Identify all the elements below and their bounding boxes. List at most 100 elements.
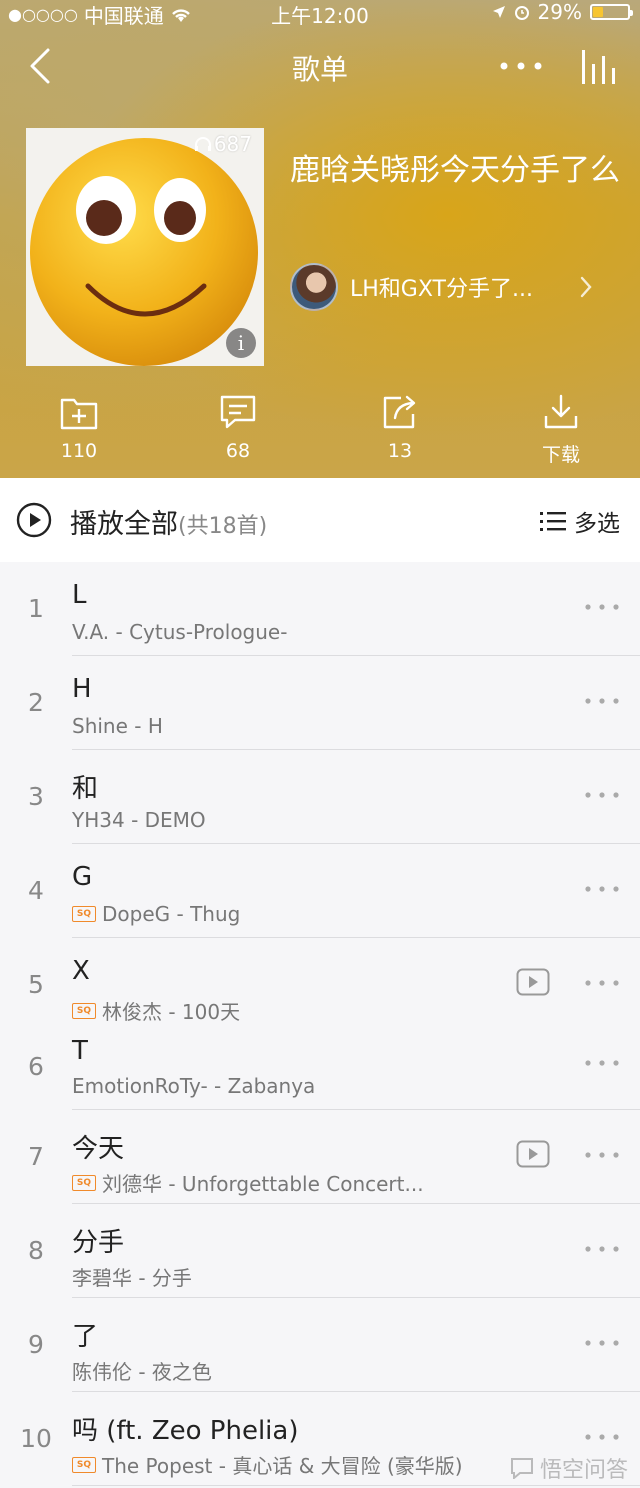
song-row[interactable]: 9 了陈伟伦 - 夜之色 bbox=[0, 1298, 640, 1392]
song-more-button[interactable] bbox=[582, 976, 622, 990]
song-index: 7 bbox=[28, 1142, 44, 1171]
add-folder-icon bbox=[60, 398, 98, 430]
song-meta: Shine - H bbox=[72, 714, 163, 738]
multi-select-label: 多选 bbox=[574, 511, 620, 537]
comment-button[interactable]: 68 bbox=[188, 394, 288, 474]
song-title: X bbox=[72, 956, 90, 986]
play-all-button[interactable] bbox=[16, 502, 52, 538]
download-button[interactable]: 下载 bbox=[511, 394, 611, 474]
song-row[interactable]: 1 L V.A. - Cytus-Prologue- bbox=[0, 562, 640, 656]
song-more-button[interactable] bbox=[582, 788, 622, 802]
creator-name[interactable]: LH和GXT分手了... bbox=[350, 271, 533, 303]
song-index: 6 bbox=[28, 1052, 44, 1081]
share-button[interactable]: 13 bbox=[350, 394, 450, 474]
song-row[interactable]: 4 G SQ DopeG - Thug bbox=[0, 844, 640, 938]
smiley-face-cover-image bbox=[30, 138, 258, 366]
more-options-button[interactable] bbox=[494, 46, 548, 86]
song-index: 8 bbox=[28, 1236, 44, 1265]
song-artist-album: YH34 - DEMO bbox=[72, 808, 206, 832]
location-arrow-icon bbox=[492, 6, 505, 18]
song-title: 分手 bbox=[72, 1228, 125, 1258]
status-bar: ●○○○○ 中国联通 上午12:00 29% bbox=[0, 0, 640, 28]
song-artist-album: DopeG - Thug bbox=[102, 902, 241, 926]
song-title: T bbox=[72, 1036, 88, 1066]
wukong-logo-icon bbox=[510, 1458, 533, 1479]
playlist-title: 鹿晗关晓彤今天分手了么 bbox=[290, 153, 620, 188]
headphones-icon bbox=[194, 137, 211, 151]
song-row[interactable]: 6 T EmotionRoTy- - Zabanya bbox=[0, 1032, 640, 1110]
song-artist-album: 陈伟伦 - 夜之色 bbox=[72, 1360, 212, 1384]
song-artist-album: 刘德华 - Unforgettable Concert... bbox=[102, 1172, 424, 1196]
song-artist-album: Shine - H bbox=[72, 714, 163, 738]
sq-badge-icon: SQ bbox=[72, 1002, 96, 1019]
list-icon bbox=[540, 512, 566, 531]
song-title: G bbox=[72, 862, 93, 892]
download-label: 下载 bbox=[541, 444, 580, 466]
row-divider bbox=[72, 1485, 640, 1486]
battery-percent: 29% bbox=[537, 0, 582, 24]
play-count: 687 bbox=[194, 132, 252, 156]
song-index: 3 bbox=[28, 782, 44, 811]
mv-play-button[interactable] bbox=[516, 968, 550, 996]
song-more-button[interactable] bbox=[582, 1148, 622, 1162]
comment-count: 68 bbox=[225, 440, 251, 462]
song-index: 10 bbox=[20, 1424, 52, 1453]
song-more-button[interactable] bbox=[582, 1336, 622, 1350]
collect-count: 110 bbox=[60, 440, 98, 462]
song-meta: SQ 刘德华 - Unforgettable Concert... bbox=[72, 1168, 424, 1197]
song-meta: 李碧华 - 分手 bbox=[72, 1262, 192, 1291]
battery-icon bbox=[590, 4, 633, 20]
song-row[interactable]: 2 H Shine - H bbox=[0, 656, 640, 750]
play-all-text: 播放全部 bbox=[70, 509, 178, 540]
creator-avatar[interactable] bbox=[290, 263, 338, 311]
now-playing-icon[interactable] bbox=[576, 44, 620, 88]
song-more-button[interactable] bbox=[582, 694, 622, 708]
song-meta: YH34 - DEMO bbox=[72, 808, 206, 832]
share-count: 13 bbox=[387, 440, 413, 462]
song-count: (共18首) bbox=[178, 514, 268, 539]
watermark-text: 悟空问答 bbox=[539, 1458, 628, 1483]
song-row[interactable]: 5 X SQ 林俊杰 - 100天 bbox=[0, 938, 640, 1032]
song-row[interactable]: 8 分手李碧华 - 分手 bbox=[0, 1204, 640, 1298]
song-more-button[interactable] bbox=[582, 882, 622, 896]
status-right: 29% bbox=[492, 0, 633, 24]
chevron-right-icon bbox=[580, 276, 592, 298]
song-title: L bbox=[72, 580, 87, 610]
song-more-button[interactable] bbox=[582, 1430, 622, 1444]
song-more-button[interactable] bbox=[582, 1242, 622, 1256]
song-meta: 陈伟伦 - 夜之色 bbox=[72, 1356, 212, 1385]
creator-row[interactable]: LH和GXT分手了... bbox=[290, 262, 610, 312]
song-index: 2 bbox=[28, 688, 44, 717]
action-bar: 110 68 13 下载 bbox=[0, 394, 640, 474]
song-row[interactable]: 3 和 YH34 - DEMO bbox=[0, 750, 640, 844]
comment-icon bbox=[220, 395, 256, 429]
song-meta: SQ 林俊杰 - 100天 bbox=[72, 996, 240, 1025]
mv-play-button[interactable] bbox=[516, 1140, 550, 1168]
play-count-value: 687 bbox=[213, 132, 252, 156]
download-icon bbox=[544, 394, 578, 429]
song-list: 1 L V.A. - Cytus-Prologue- 2 H Shine - H 3 和 YH3… bbox=[0, 562, 640, 1486]
song-more-button[interactable] bbox=[582, 600, 622, 614]
song-row[interactable]: 7 今天 SQ 刘德华 - Unforgettable Concert... bbox=[0, 1110, 640, 1204]
song-artist-album: EmotionRoTy- - Zabanya bbox=[72, 1074, 316, 1098]
playlist-header: ●○○○○ 中国联通 上午12:00 29% 歌单 687 i 鹿晗关晓彤今天分… bbox=[0, 0, 640, 478]
sq-badge-icon: SQ bbox=[72, 1456, 96, 1473]
playlist-cover[interactable]: 687 i bbox=[26, 128, 264, 366]
play-all-bar: 播放全部(共18首) 多选 bbox=[0, 478, 640, 562]
song-index: 9 bbox=[28, 1330, 44, 1359]
song-title: 和 bbox=[72, 774, 99, 804]
song-title: H bbox=[72, 674, 92, 704]
song-artist-album: The Popest - 真心话 & 大冒险 (豪华版) bbox=[102, 1454, 463, 1478]
song-artist-album: 李碧华 - 分手 bbox=[72, 1266, 192, 1290]
info-icon[interactable]: i bbox=[226, 328, 256, 358]
song-artist-album: 林俊杰 - 100天 bbox=[102, 1000, 241, 1024]
song-index: 4 bbox=[28, 876, 44, 905]
multi-select-button[interactable]: 多选 bbox=[540, 504, 620, 538]
share-icon bbox=[383, 395, 416, 429]
song-meta: SQ The Popest - 真心话 & 大冒险 (豪华版) bbox=[72, 1450, 463, 1479]
play-all-label[interactable]: 播放全部(共18首) bbox=[70, 502, 267, 541]
song-meta: EmotionRoTy- - Zabanya bbox=[72, 1074, 315, 1098]
sq-badge-icon: SQ bbox=[72, 906, 96, 922]
collect-button[interactable]: 110 bbox=[29, 394, 129, 474]
song-more-button[interactable] bbox=[582, 1056, 622, 1070]
